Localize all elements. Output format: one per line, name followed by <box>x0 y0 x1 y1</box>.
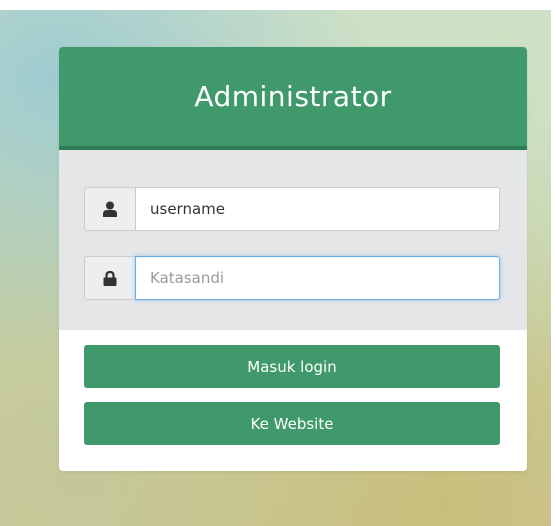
username-field[interactable] <box>135 187 500 231</box>
lock-icon <box>84 256 135 300</box>
login-button[interactable]: Masuk login <box>84 345 500 388</box>
go-to-website-button[interactable]: Ke Website <box>84 402 500 445</box>
right-margin-strip <box>551 0 555 526</box>
top-margin-strip <box>0 0 555 10</box>
lock-icon-glyph <box>103 270 117 286</box>
password-input-group <box>84 256 500 300</box>
login-form <box>59 150 527 330</box>
password-field[interactable] <box>135 256 500 300</box>
username-input-group <box>84 187 500 231</box>
login-card-header: Administrator <box>59 47 527 150</box>
login-card: Administrator Masuk login Ke Website <box>59 47 527 471</box>
user-icon-glyph <box>103 201 117 217</box>
user-icon <box>84 187 135 231</box>
page-title: Administrator <box>194 80 392 113</box>
